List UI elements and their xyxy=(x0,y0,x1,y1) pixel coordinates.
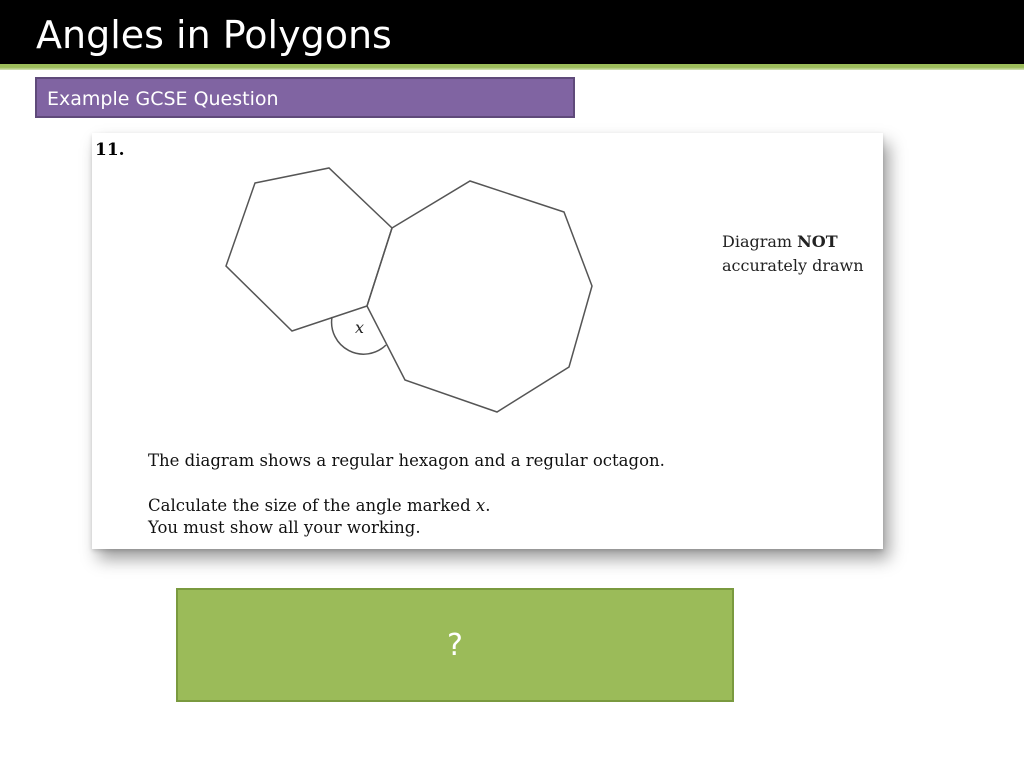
subtitle-banner: Example GCSE Question xyxy=(35,77,575,118)
polygon-diagram: x xyxy=(225,167,593,413)
question-instruction: Calculate the size of the angle marked x… xyxy=(148,495,490,517)
title-underline xyxy=(0,64,1024,70)
note-emphasis: NOT xyxy=(797,232,838,251)
question-statement: The diagram shows a regular hexagon and … xyxy=(148,451,665,470)
slide-title: Angles in Polygons xyxy=(36,13,392,57)
angle-label-x: x xyxy=(355,318,364,337)
title-bar: Angles in Polygons xyxy=(0,0,1024,64)
instruction-suffix: . xyxy=(485,496,491,515)
diagram-note: Diagram NOT accurately drawn xyxy=(722,230,864,278)
question-card: 11. x Diagram NOT accurately drawn The d… xyxy=(92,133,883,549)
note-prefix: Diagram xyxy=(722,232,798,251)
instruction-variable: x xyxy=(475,496,486,515)
subtitle-text: Example GCSE Question xyxy=(47,88,279,110)
instruction-prefix: Calculate the size of the angle marked xyxy=(148,496,476,515)
question-working-note: You must show all your working. xyxy=(148,518,421,537)
diagram-note-line1: Diagram NOT xyxy=(722,230,864,254)
diagram-note-line2: accurately drawn xyxy=(722,256,864,275)
answer-reveal-box[interactable]: ? xyxy=(176,588,734,702)
octagon-shape xyxy=(366,180,593,413)
answer-placeholder: ? xyxy=(447,627,463,663)
